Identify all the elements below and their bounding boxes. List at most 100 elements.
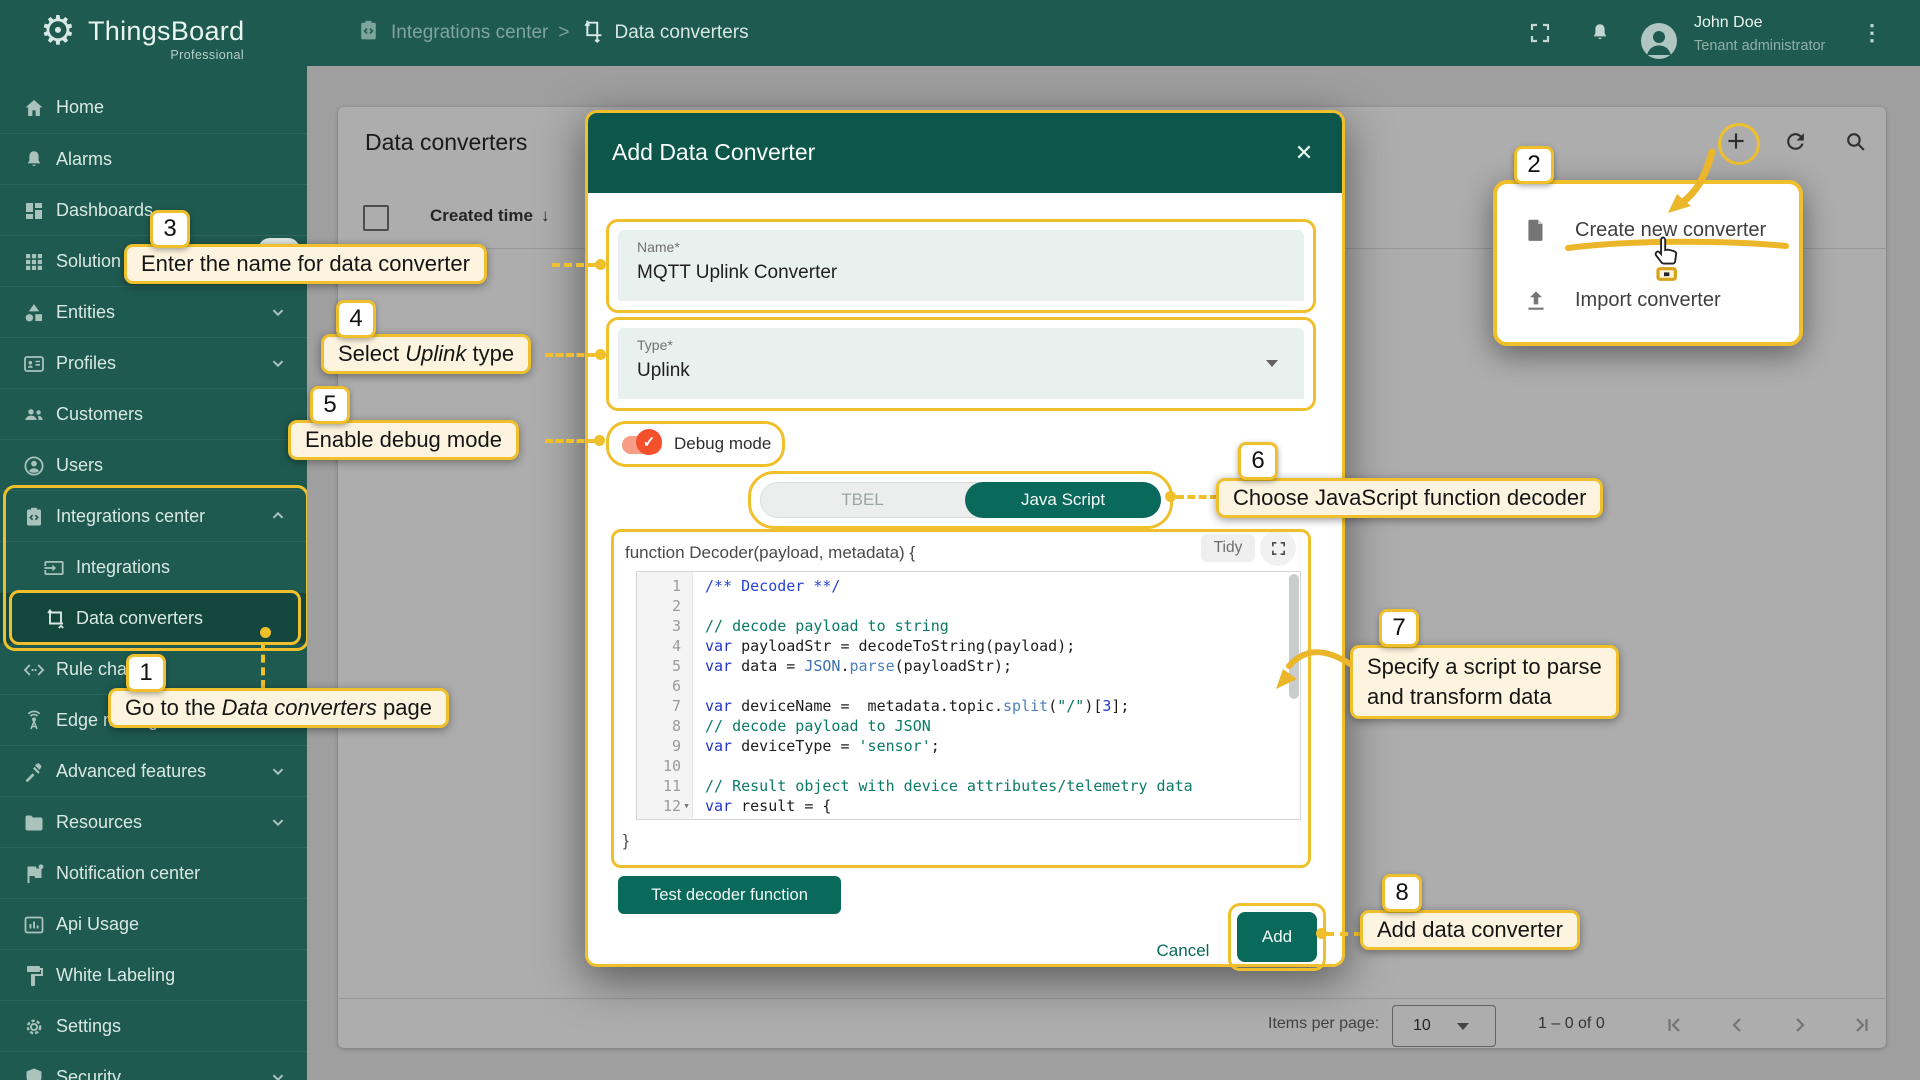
top-header: ⚙ ThingsBoard Professional Integrations … — [0, 0, 1920, 66]
more-options-kebab-icon[interactable]: ⋮ — [1858, 19, 1886, 47]
sidebar-item-profiles[interactable]: Profiles — [0, 337, 307, 389]
close-icon[interactable]: ✕ — [1288, 137, 1320, 169]
gutter-spacer — [681, 776, 692, 796]
chevron-down-icon — [267, 760, 289, 782]
gutter-spacer — [681, 656, 692, 676]
callout-3-badge: 3 — [150, 210, 190, 248]
line-number: 12 — [662, 797, 681, 815]
breadcrumb-current: Data converters — [614, 22, 749, 43]
callout-8-connector — [1326, 932, 1362, 936]
callout-6-badge: 6 — [1238, 442, 1278, 480]
line-number: 9 — [671, 737, 681, 755]
name-field[interactable]: Name* MQTT Uplink Converter — [618, 230, 1304, 301]
code-line: 8 // decode payload to JSON — [637, 716, 931, 736]
code-line: 11 // Result object with device attribute… — [637, 776, 1193, 796]
sidebar-item-users[interactable]: Users — [0, 439, 307, 491]
cancel-button[interactable]: Cancel — [1138, 929, 1228, 964]
sidebar-item-security[interactable]: Security — [0, 1051, 307, 1080]
shapes-icon — [22, 301, 46, 325]
type-select[interactable]: Type* Uplink — [618, 328, 1304, 399]
callout-7-label: Specify a script to parse and transform d… — [1350, 645, 1619, 719]
line-number: 11 — [662, 777, 681, 795]
code-line: 9 var deviceType = 'sensor'; — [637, 736, 940, 756]
shield-icon — [22, 1066, 46, 1080]
line-number: 8 — [671, 717, 681, 735]
gutter-spacer — [681, 596, 692, 616]
code-line: 10 — [637, 756, 705, 776]
code-line: 12 ▾ var result = { — [637, 796, 832, 816]
callout-6-dot — [1165, 491, 1176, 502]
document-icon — [1523, 217, 1549, 243]
editor-fullscreen-button[interactable] — [1260, 530, 1296, 566]
dashboards-icon — [22, 199, 46, 223]
folder-icon — [22, 811, 46, 835]
line-number: 10 — [662, 757, 681, 775]
user-name: John Doe — [1694, 14, 1763, 31]
callout-8-dot — [1316, 928, 1327, 939]
sidebar-item-customers[interactable]: Customers — [0, 388, 307, 440]
line-number: 3 — [671, 617, 681, 635]
sidebar-item-alarms[interactable]: Alarms — [0, 133, 307, 185]
callout-3-connector — [552, 263, 596, 267]
badge-card-icon — [22, 352, 46, 376]
sidebar-item-white-labeling[interactable]: White Labeling — [0, 949, 307, 1001]
test-decoder-function-button[interactable]: Test decoder function — [618, 876, 841, 914]
code-text: var result = { — [705, 797, 832, 815]
debug-toggle-knob-check-icon[interactable]: ✓ — [636, 429, 662, 455]
brand-name[interactable]: ThingsBoard — [88, 16, 244, 47]
breadcrumb-parent[interactable]: Integrations center — [391, 22, 548, 44]
callout-5-dot — [594, 435, 605, 446]
callout-4-connector — [545, 353, 595, 357]
chevron-down-icon — [1266, 360, 1278, 367]
gutter-spacer — [681, 816, 692, 819]
callout-2-badge: 2 — [1514, 146, 1554, 184]
user-avatar[interactable] — [1641, 23, 1677, 59]
fold-caret-icon[interactable]: ▾ — [681, 796, 692, 816]
people-icon — [22, 403, 46, 427]
callout-1-badge: 1 — [126, 654, 166, 692]
code-text: /** Decoder **/ — [705, 577, 841, 595]
notifications-bell-icon[interactable] — [1586, 19, 1614, 47]
chevron-down-icon — [267, 1066, 289, 1080]
flag-dot-icon — [22, 862, 46, 886]
sidebar-item-integrations-center[interactable]: Integrations center — [0, 490, 307, 542]
paint-icon — [22, 964, 46, 988]
tab-javascript[interactable]: Java Script — [965, 482, 1161, 518]
tidy-button[interactable]: Tidy — [1201, 534, 1255, 562]
sidebar-item-settings[interactable]: Settings — [0, 1000, 307, 1052]
upload-icon — [1523, 287, 1549, 313]
home-icon — [22, 96, 46, 120]
input-icon — [42, 556, 66, 580]
hand-cursor-icon — [1648, 234, 1688, 287]
debug-mode-label: Debug mode — [674, 434, 772, 453]
sidebar-item-home[interactable]: Home — [0, 82, 307, 133]
plus-button-highlight-ring — [1718, 123, 1760, 165]
gutter-spacer — [681, 576, 692, 596]
chevron-down-icon — [267, 301, 289, 323]
code-text: deviceName: deviceName, — [692, 816, 949, 819]
line-number: 4 — [671, 637, 681, 655]
tab-tbel[interactable]: TBEL — [760, 482, 965, 518]
code-line: 2 — [637, 596, 705, 616]
editor-scrollbar-thumb[interactable] — [1289, 574, 1299, 699]
fullscreen-button[interactable] — [1526, 19, 1554, 47]
code-line: 4 var payloadStr = decodeToString(payload… — [637, 636, 1075, 656]
code-text: // decode payload to JSON — [705, 717, 931, 735]
code-editor[interactable]: 1 /** Decoder **/ 2 3 // decode payload to s… — [636, 571, 1301, 820]
code-line: 6 — [637, 676, 705, 696]
callout-8-badge: 8 — [1382, 874, 1422, 912]
sidebar-item-entities[interactable]: Entities — [0, 286, 307, 338]
add-button[interactable]: Add — [1237, 912, 1317, 962]
callout-8-label: Add data converter — [1360, 910, 1580, 950]
sidebar-item-integrations[interactable]: Integrations — [0, 541, 307, 593]
sidebar-item-notification-center[interactable]: Notification center — [0, 847, 307, 899]
sidebar-item-resources[interactable]: Resources — [0, 796, 307, 848]
gear-icon — [22, 1015, 46, 1039]
callout-1-label: Go to the Data converters page — [108, 688, 449, 728]
sidebar-item-advanced-features[interactable]: Advanced features — [0, 745, 307, 797]
sidebar-item-api-usage[interactable]: Api Usage — [0, 898, 307, 950]
callout-4-badge: 4 — [336, 300, 376, 338]
callout-1-dot — [259, 626, 271, 638]
